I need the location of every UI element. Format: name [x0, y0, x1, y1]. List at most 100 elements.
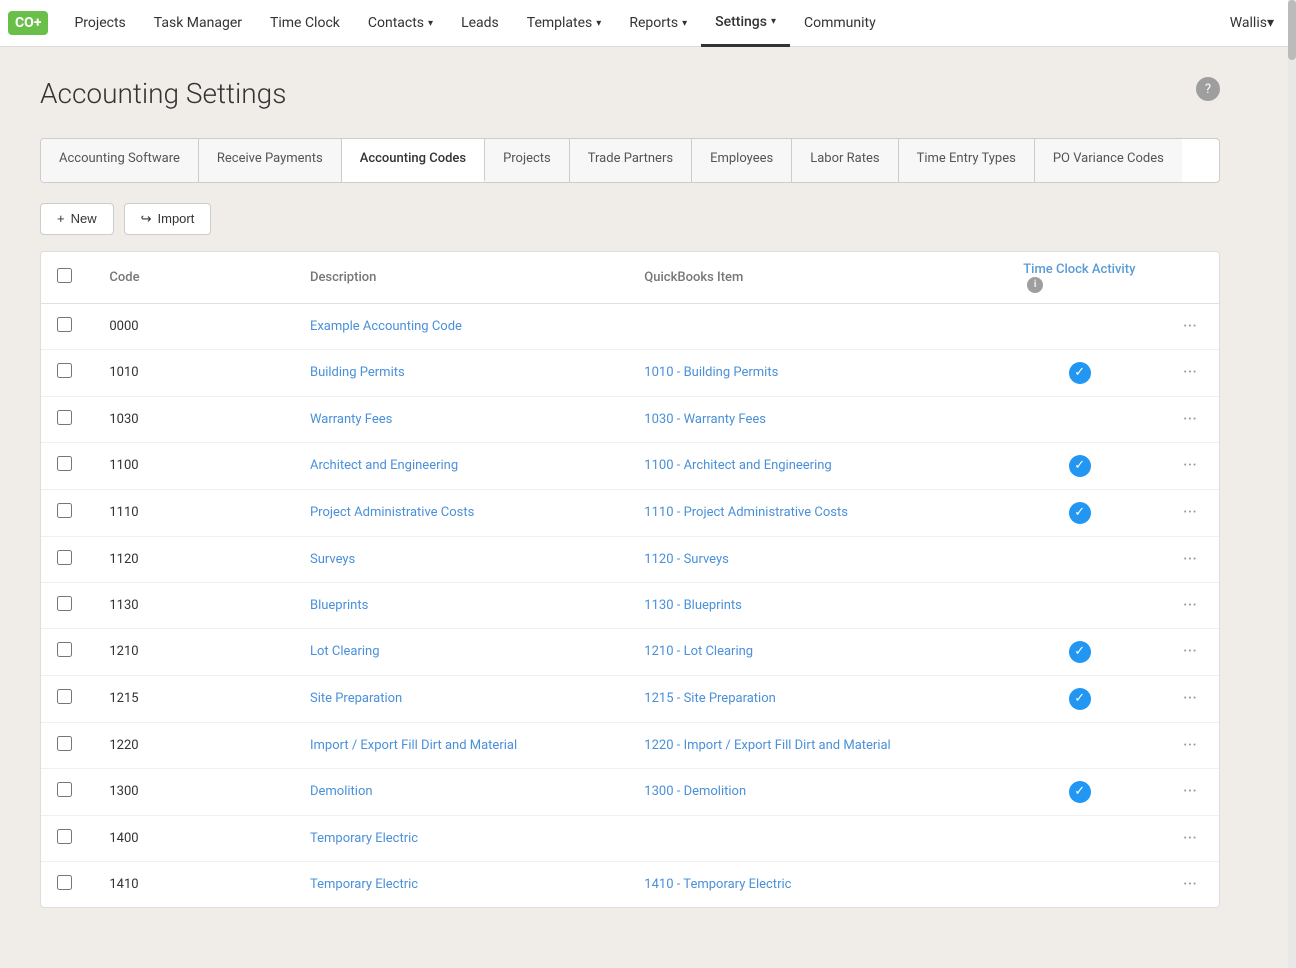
- code-cell: 1110: [93, 489, 294, 536]
- nav-item-settings[interactable]: Settings▾: [701, 0, 790, 47]
- quickbooks-cell: [628, 303, 1007, 349]
- row-actions-cell: ···: [1152, 303, 1219, 349]
- row-actions-button[interactable]: ···: [1177, 779, 1203, 804]
- nav-item-task-manager[interactable]: Task Manager: [140, 0, 256, 47]
- table-row: 1400Temporary Electric ···: [41, 815, 1219, 861]
- row-actions-cell: ···: [1152, 861, 1219, 907]
- quickbooks-cell: [628, 815, 1007, 861]
- time-clock-activity-cell: [1007, 861, 1152, 907]
- row-actions-button[interactable]: ···: [1177, 314, 1203, 339]
- code-cell: 1400: [93, 815, 294, 861]
- tab-po-variance-codes[interactable]: PO Variance Codes: [1035, 139, 1182, 182]
- tab-trade-partners[interactable]: Trade Partners: [570, 139, 692, 182]
- row-checkbox[interactable]: [57, 829, 72, 844]
- quickbooks-cell: 1210 - Lot Clearing: [628, 628, 1007, 675]
- code-cell: 1210: [93, 628, 294, 675]
- description-cell[interactable]: Example Accounting Code: [294, 303, 628, 349]
- row-checkbox[interactable]: [57, 503, 72, 518]
- row-checkbox[interactable]: [57, 410, 72, 425]
- row-actions-button[interactable]: ···: [1177, 593, 1203, 618]
- time-clock-info-icon[interactable]: i: [1027, 277, 1043, 293]
- row-actions-button[interactable]: ···: [1177, 686, 1203, 711]
- tab-employees[interactable]: Employees: [692, 139, 792, 182]
- user-chevron-icon: ▾: [1267, 15, 1274, 31]
- scrollbar-track[interactable]: [1288, 0, 1296, 968]
- user-name: Wallis: [1230, 15, 1267, 31]
- code-cell: 1030: [93, 396, 294, 442]
- time-clock-check-icon: ✓: [1069, 455, 1091, 477]
- row-checkbox[interactable]: [57, 456, 72, 471]
- scrollbar-thumb[interactable]: [1288, 0, 1296, 60]
- description-cell[interactable]: Surveys: [294, 536, 628, 582]
- code-header: Code: [93, 252, 294, 304]
- nav-item-projects[interactable]: Projects: [60, 0, 139, 47]
- row-actions-button[interactable]: ···: [1177, 733, 1203, 758]
- description-cell[interactable]: Blueprints: [294, 582, 628, 628]
- row-checkbox[interactable]: [57, 736, 72, 751]
- row-actions-button[interactable]: ···: [1177, 547, 1203, 572]
- row-checkbox[interactable]: [57, 782, 72, 797]
- description-cell[interactable]: Architect and Engineering: [294, 442, 628, 489]
- time-clock-check-icon: ✓: [1069, 641, 1091, 663]
- description-cell[interactable]: Demolition: [294, 768, 628, 815]
- row-checkbox[interactable]: [57, 550, 72, 565]
- nav-item-community[interactable]: Community: [790, 0, 890, 47]
- description-cell[interactable]: Warranty Fees: [294, 396, 628, 442]
- description-cell[interactable]: Project Administrative Costs: [294, 489, 628, 536]
- row-actions-cell: ···: [1152, 536, 1219, 582]
- import-label: Import: [158, 211, 195, 226]
- description-cell[interactable]: Temporary Electric: [294, 815, 628, 861]
- row-actions-button[interactable]: ···: [1177, 639, 1203, 664]
- row-actions-cell: ···: [1152, 349, 1219, 396]
- row-actions-cell: ···: [1152, 768, 1219, 815]
- logo[interactable]: CO+: [8, 11, 48, 35]
- row-checkbox[interactable]: [57, 317, 72, 332]
- user-menu[interactable]: Wallis ▾: [1216, 0, 1288, 47]
- code-cell: 1410: [93, 861, 294, 907]
- row-checkbox[interactable]: [57, 642, 72, 657]
- description-cell[interactable]: Temporary Electric: [294, 861, 628, 907]
- help-icon[interactable]: ?: [1196, 77, 1220, 101]
- tab-time-entry-types[interactable]: Time Entry Types: [899, 139, 1035, 182]
- description-cell[interactable]: Building Permits: [294, 349, 628, 396]
- row-checkbox[interactable]: [57, 689, 72, 704]
- table-row: 0000Example Accounting Code···: [41, 303, 1219, 349]
- chevron-down-icon: ▾: [682, 18, 687, 29]
- nav-item-contacts[interactable]: Contacts▾: [354, 0, 447, 47]
- new-button[interactable]: + New: [40, 203, 114, 235]
- plus-icon: +: [57, 211, 65, 226]
- description-cell[interactable]: Site Preparation: [294, 675, 628, 722]
- chevron-down-icon: ▾: [596, 18, 601, 29]
- row-checkbox[interactable]: [57, 875, 72, 890]
- nav-item-leads[interactable]: Leads: [447, 0, 513, 47]
- row-actions-button[interactable]: ···: [1177, 407, 1203, 432]
- time-clock-activity-cell: [1007, 815, 1152, 861]
- nav-item-templates[interactable]: Templates▾: [513, 0, 616, 47]
- tab-accounting-software[interactable]: Accounting Software: [41, 139, 199, 182]
- tab-projects[interactable]: Projects: [485, 139, 570, 182]
- row-actions-button[interactable]: ···: [1177, 872, 1203, 897]
- row-checkbox[interactable]: [57, 596, 72, 611]
- tab-labor-rates[interactable]: Labor Rates: [792, 139, 898, 182]
- tab-receive-payments[interactable]: Receive Payments: [199, 139, 342, 182]
- row-checkbox[interactable]: [57, 363, 72, 378]
- tab-accounting-codes[interactable]: Accounting Codes: [342, 139, 485, 182]
- row-actions-button[interactable]: ···: [1177, 500, 1203, 525]
- row-actions-button[interactable]: ···: [1177, 360, 1203, 385]
- code-cell: 1215: [93, 675, 294, 722]
- table-row: 1410Temporary Electric1410 - Temporary E…: [41, 861, 1219, 907]
- quickbooks-cell: 1130 - Blueprints: [628, 582, 1007, 628]
- row-actions-button[interactable]: ···: [1177, 453, 1203, 478]
- nav-item-time-clock[interactable]: Time Clock: [256, 0, 354, 47]
- import-button[interactable]: ↪ Import: [124, 203, 212, 235]
- toolbar: + New ↪ Import: [40, 203, 1220, 235]
- description-cell[interactable]: Import / Export Fill Dirt and Material: [294, 722, 628, 768]
- time-clock-activity-cell: [1007, 536, 1152, 582]
- code-cell: 1220: [93, 722, 294, 768]
- row-actions-button[interactable]: ···: [1177, 826, 1203, 851]
- code-cell: 1130: [93, 582, 294, 628]
- tabs-container: Accounting SoftwareReceive PaymentsAccou…: [40, 138, 1220, 183]
- select-all-checkbox[interactable]: [57, 268, 72, 283]
- nav-item-reports[interactable]: Reports▾: [615, 0, 701, 47]
- description-cell[interactable]: Lot Clearing: [294, 628, 628, 675]
